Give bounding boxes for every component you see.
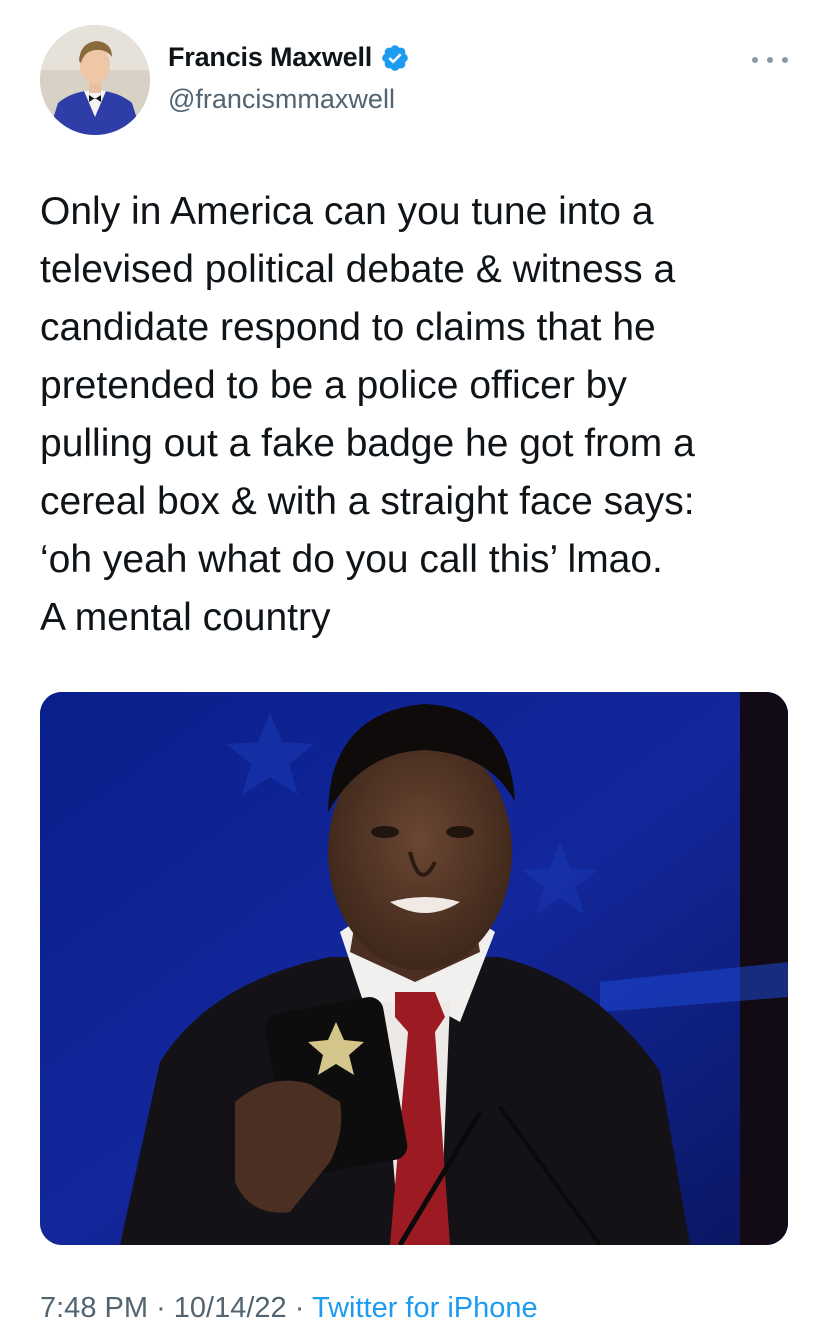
meta-separator: · (294, 1292, 305, 1324)
author-handle[interactable]: @francismmaxwell (168, 84, 395, 115)
tweet-photo[interactable] (40, 692, 788, 1245)
tweet-text-line: A mental country (40, 596, 331, 639)
tweet-text: Only in America can you tune into a tele… (40, 183, 800, 647)
tweet-text-line: cereal box & with a straight face says: (40, 480, 695, 523)
more-dot-icon (752, 57, 758, 63)
tweet-detail: Francis Maxwell @francismmaxwell Only in… (0, 0, 828, 1339)
more-dot-icon (782, 57, 788, 63)
tweet-text-line: pretended to be a police officer by (40, 364, 627, 407)
tweet-text-line: candidate respond to claims that he (40, 306, 656, 349)
more-dot-icon (767, 57, 773, 63)
tweet-text-line: televised political debate & witness a (40, 248, 676, 291)
tweet-text-line: pulling out a fake badge he got from a (40, 422, 695, 465)
author-name-row[interactable]: Francis Maxwell (168, 42, 410, 73)
more-options-button[interactable] (752, 50, 788, 70)
tweet-time[interactable]: 7:48 PM (40, 1292, 148, 1324)
tweet-text-line: ‘oh yeah what do you call this’ lmao. (40, 538, 663, 581)
tweet-meta: 7:48 PM · 10/14/22 · Twitter for iPhone (40, 1292, 538, 1325)
tweet-source-link[interactable]: Twitter for iPhone (312, 1292, 538, 1324)
tweet-date[interactable]: 10/14/22 (174, 1292, 287, 1324)
verified-badge-icon (382, 44, 408, 71)
meta-separator: · (156, 1292, 166, 1324)
author-display-name[interactable]: Francis Maxwell (168, 42, 372, 73)
avatar-photo (40, 25, 150, 135)
author-avatar[interactable] (40, 25, 150, 135)
debate-photo (40, 692, 788, 1245)
tweet-text-line: Only in America can you tune into a (40, 190, 654, 233)
